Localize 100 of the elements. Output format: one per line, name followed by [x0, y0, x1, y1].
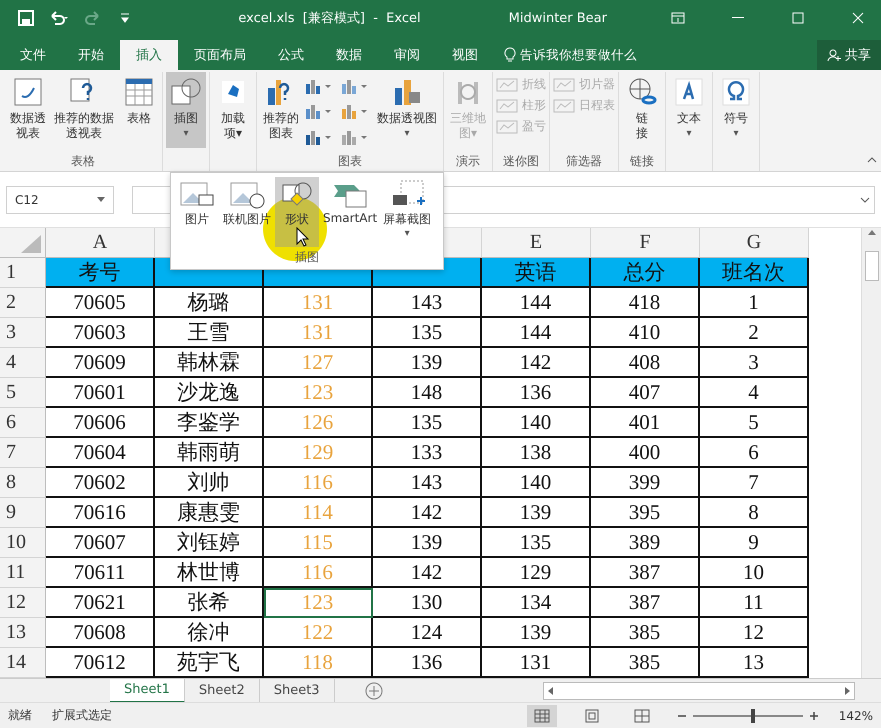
table-cell: 6: [700, 438, 809, 468]
share-button[interactable]: 共享: [817, 40, 881, 70]
ribbon-button[interactable]: 插图 ▾: [166, 72, 206, 148]
row-header[interactable]: 7: [0, 438, 46, 468]
normal-view-button[interactable]: [526, 704, 557, 726]
scatter-chart-icon[interactable]: [340, 78, 370, 96]
zoom-in-icon[interactable]: [808, 710, 819, 720]
sparkline-icon: [553, 98, 575, 112]
radar-chart-icon[interactable]: [340, 128, 370, 147]
table-cell: 144: [482, 288, 591, 318]
row-header[interactable]: 4: [0, 348, 46, 378]
name-box[interactable]: C12: [6, 186, 114, 214]
row-header[interactable]: 10: [0, 528, 46, 558]
ribbon-tab[interactable]: 数据: [320, 40, 378, 70]
status-text: 就绪: [8, 707, 32, 724]
header-cell: 总分: [591, 258, 700, 288]
row-header[interactable]: 3: [0, 318, 46, 348]
row-header[interactable]: 5: [0, 378, 46, 408]
table-cell: 142: [373, 498, 482, 528]
column-header[interactable]: G: [700, 228, 809, 258]
table-cell: 144: [482, 318, 591, 348]
menu-item[interactable]: 形状: [275, 177, 319, 247]
table-cell: 126: [264, 408, 373, 438]
scroll-left-icon: [548, 686, 553, 694]
page-icon: [584, 708, 600, 722]
ribbon-button[interactable]: 表格: [119, 72, 159, 148]
table-cell: 131: [264, 318, 373, 348]
ribbon-button[interactable]: 推荐的图表: [260, 72, 302, 148]
maximize-icon[interactable]: [792, 12, 804, 24]
add-sheet-icon[interactable]: [364, 682, 383, 700]
table-cell: 70616: [46, 498, 155, 528]
table-cell: 10: [700, 558, 809, 588]
status-text: 扩展式选定: [52, 707, 112, 724]
table-cell: 70606: [46, 408, 155, 438]
sheet-tab[interactable]: Sheet1: [110, 678, 185, 702]
ribbon-button[interactable]: 推荐的数据透视表: [51, 72, 117, 148]
column-header[interactable]: F: [591, 228, 700, 258]
collapse-ribbon-icon[interactable]: [867, 157, 877, 163]
table-cell: 387: [591, 588, 700, 618]
group-label: 表格: [71, 153, 95, 170]
table-cell: 11: [700, 588, 809, 618]
table-cell: 70621: [46, 588, 155, 618]
table-cell: 134: [482, 588, 591, 618]
table-cell: 杨璐: [155, 288, 264, 318]
row-header[interactable]: 14: [0, 648, 46, 678]
table-cell: 114: [264, 498, 373, 528]
header-cell: 英语: [482, 258, 591, 288]
sparkline-icon: [496, 78, 518, 92]
table-cell: 143: [373, 468, 482, 498]
row-header[interactable]: 13: [0, 618, 46, 648]
combo-chart-icon[interactable]: [340, 103, 370, 122]
ribbon-tab[interactable]: 插入: [120, 40, 178, 70]
row-header[interactable]: 1: [0, 258, 46, 288]
minimize-icon[interactable]: [732, 17, 744, 19]
row-header[interactable]: 8: [0, 468, 46, 498]
row-header[interactable]: 6: [0, 408, 46, 438]
line-chart-icon[interactable]: [304, 103, 334, 122]
row-header[interactable]: 12: [0, 588, 46, 618]
ribbon-tab[interactable]: 公式: [262, 40, 320, 70]
table-cell: 李鉴学: [155, 408, 264, 438]
cursor-icon: [296, 227, 310, 247]
table-cell: 143: [373, 288, 482, 318]
close-icon[interactable]: [852, 12, 864, 24]
ribbon-button[interactable]: 加载项▾: [213, 72, 253, 148]
table-cell: 135: [373, 408, 482, 438]
ribbon-button[interactable]: 链接: [622, 72, 662, 148]
lightbulb-icon[interactable]: [504, 47, 516, 63]
column-chart-icon[interactable]: [304, 78, 334, 96]
ribbon-button[interactable]: 数据透视图 ▾: [374, 72, 440, 148]
ribbon-button[interactable]: 符号 ▾: [716, 72, 756, 148]
ribbon-tab[interactable]: 审阅: [378, 40, 436, 70]
ribbon-tab[interactable]: 页面布局: [178, 40, 262, 70]
ribbon-button[interactable]: 数据透视表: [7, 72, 49, 148]
zoom-thumb[interactable]: [751, 708, 756, 722]
save-icon[interactable]: [18, 10, 34, 26]
tell-me-search[interactable]: 告诉我你想要做什么: [520, 46, 637, 64]
ribbon-tab[interactable]: 开始: [62, 40, 120, 70]
row-header[interactable]: 2: [0, 288, 46, 318]
row-header[interactable]: 11: [0, 558, 46, 588]
sparkline-icon: [496, 98, 518, 112]
horizontal-scrollbar[interactable]: [543, 682, 855, 700]
vertical-scrollbar[interactable]: [861, 228, 881, 678]
table-cell: 70602: [46, 468, 155, 498]
table-cell: 韩林霖: [155, 348, 264, 378]
menu-item[interactable]: 屏幕截图 ▾: [381, 177, 434, 247]
ribbon-display-icon[interactable]: [671, 12, 685, 24]
table-cell: 138: [482, 438, 591, 468]
table-cell: 9: [700, 528, 809, 558]
scroll-thumb[interactable]: [864, 251, 878, 281]
ribbon-tab[interactable]: 文件: [4, 40, 62, 70]
customize-icon[interactable]: [120, 12, 130, 24]
ribbon-tab[interactable]: 视图: [436, 40, 494, 70]
menu-item[interactable]: 图片: [175, 177, 219, 247]
table-cell: 康惠雯: [155, 498, 264, 528]
pie-chart-icon[interactable]: [304, 128, 334, 147]
ribbon-button[interactable]: 文本 ▾: [669, 72, 709, 148]
table-cell: 刘钰婷: [155, 528, 264, 558]
row-header[interactable]: 9: [0, 498, 46, 528]
column-header[interactable]: E: [482, 228, 591, 258]
column-header[interactable]: A: [46, 228, 155, 258]
